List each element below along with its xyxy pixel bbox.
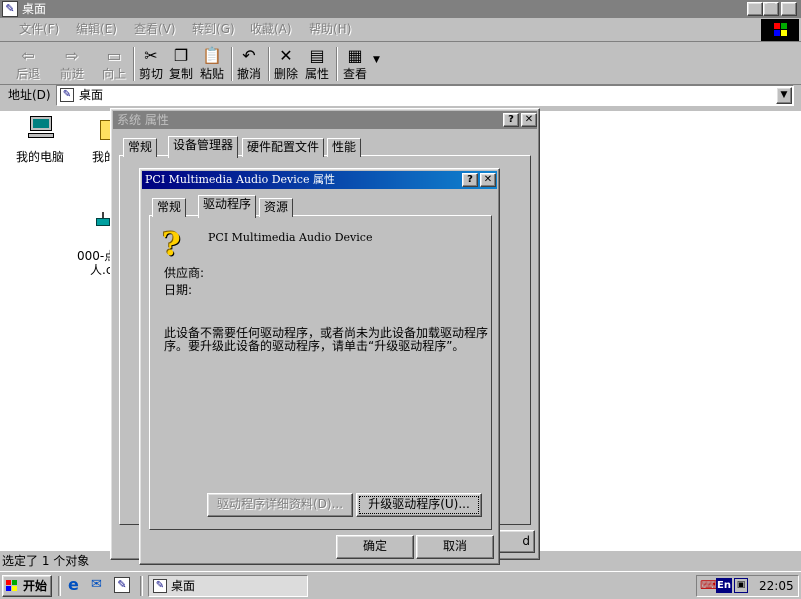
my-computer-item[interactable]: 我的电脑 [10, 114, 70, 164]
address-field[interactable]: ✎ 桌面 ▼ [56, 85, 794, 106]
device-name: PCI Multimedia Audio Device [208, 231, 373, 244]
start-label: 开始 [23, 579, 48, 593]
cancel-button[interactable]: 取消 [416, 535, 494, 559]
clock[interactable]: 22:05 [759, 578, 794, 594]
task-desktop-button[interactable]: ✎ 桌面 [148, 575, 308, 597]
my-computer-label: 我的电脑 [15, 150, 64, 164]
paste-button[interactable]: 📋 粘贴 [198, 45, 226, 85]
tray-display-icon[interactable]: ▣ [734, 578, 748, 593]
toolbar: ⇦ 后退 ⇨ 前进 ▭ 向上 ✂ 剪切 ❐ 复制 📋 粘贴 ↶ 撤消 ✕ 删除 … [0, 43, 801, 85]
device-properties-dialog: PCI Multimedia Audio Device 属性 ? ✕ 常规 驱动… [139, 168, 500, 565]
views-dropdown-icon[interactable]: ▼ [373, 55, 380, 65]
provider-label: 供应商: [164, 266, 205, 280]
windows-logo-icon [761, 19, 799, 41]
device-titlebar[interactable]: PCI Multimedia Audio Device 属性 ? ✕ [142, 171, 497, 189]
toolbar-divider [133, 47, 135, 81]
date-label: 日期: [164, 283, 193, 297]
folder-up-icon: ▭ [106, 46, 122, 65]
copy-icon: ❐ [173, 46, 189, 65]
system-tray: ⌨ En ▣ 22:05 [696, 575, 799, 597]
menu-edit[interactable]: 编辑(E) [76, 21, 117, 37]
device-tab-driver[interactable]: 驱动程序 [198, 195, 257, 218]
menu-file[interactable]: 文件(F) [19, 21, 59, 37]
device-help-button[interactable]: ? [462, 173, 478, 187]
menu-view[interactable]: 查看(V) [134, 21, 176, 37]
taskbar: 开始 e ✉ ✎ ✎ 桌面 ⌨ En ▣ 22:05 [0, 571, 801, 599]
menu-favorites[interactable]: 收藏(A) [250, 21, 292, 37]
sysprops-tab-performance[interactable]: 性能 [327, 138, 362, 157]
outlook-icon[interactable]: ✉ [91, 577, 107, 593]
forward-arrow-icon: ⇨ [65, 46, 79, 65]
tray-language-icon[interactable]: En [716, 578, 732, 593]
back-button[interactable]: ⇦ 后退 [10, 45, 46, 85]
device-close-button[interactable]: ✕ [480, 173, 496, 187]
sysprops-title: 系统 属性 [117, 113, 169, 127]
explorer-title: 桌面 [22, 2, 47, 16]
delete-button[interactable]: ✕ 删除 [272, 45, 300, 85]
toolbar-divider [268, 47, 270, 81]
back-arrow-icon: ⇦ [21, 46, 35, 65]
device-tab-resources[interactable]: 资源 [259, 198, 294, 217]
address-label: 地址(D) [8, 88, 51, 102]
menu-help[interactable]: 帮助(H) [309, 21, 351, 37]
copy-button[interactable]: ❐ 复制 [167, 45, 195, 85]
start-button[interactable]: 开始 [2, 575, 52, 597]
quicklaunch-divider [140, 576, 143, 596]
toolbar-divider [336, 47, 338, 81]
upgrade-driver-button[interactable]: 升级驱动程序(U)... [356, 493, 482, 517]
network-icon [96, 212, 110, 230]
menu-bar: 文件(F) 编辑(E) 查看(V) 转到(G) 收藏(A) 帮助(H) [0, 18, 801, 42]
paste-icon: 📋 [202, 46, 222, 65]
views-button[interactable]: ▦ 查看 [341, 45, 369, 85]
sysprops-tab-device-manager[interactable]: 设备管理器 [168, 136, 239, 158]
network-item[interactable]: 000-点 人.c [76, 212, 116, 277]
scissors-icon: ✂ [144, 46, 158, 65]
device-tab-panel [149, 215, 492, 530]
sysprops-close-button[interactable]: ✕ [521, 113, 537, 127]
properties-icon: ▤ [309, 46, 325, 65]
sysprops-tab-hardware-profiles[interactable]: 硬件配置文件 [242, 138, 325, 157]
task-desktop-label: 桌面 [171, 579, 196, 593]
delete-x-icon: ✕ [279, 46, 293, 65]
driver-details-button[interactable]: 驱动程序详细资料(D)... [207, 493, 353, 517]
properties-button[interactable]: ▤ 属性 [303, 45, 331, 85]
up-button[interactable]: ▭ 向上 [99, 45, 129, 85]
address-bar: 地址(D) ✎ 桌面 ▼ [0, 85, 801, 107]
quicklaunch-divider [58, 576, 61, 596]
close-button[interactable]: ✕ [781, 2, 797, 16]
views-grid-icon: ▦ [347, 46, 363, 65]
device-title: PCI Multimedia Audio Device 属性 [145, 173, 335, 186]
address-value: 桌面 [79, 88, 104, 102]
sysprops-titlebar[interactable]: 系统 属性 ? ✕ [113, 111, 537, 129]
my-documents-item[interactable]: 我的 [86, 114, 116, 164]
menu-go[interactable]: 转到(G) [192, 21, 235, 37]
unknown-device-icon: ? [162, 225, 181, 263]
restore-button[interactable]: ❐ [763, 2, 779, 16]
device-tab-general[interactable]: 常规 [152, 198, 187, 217]
sysprops-tab-general[interactable]: 常规 [123, 138, 158, 157]
explorer-titlebar[interactable]: ✎ 桌面 _ ❐ ✕ [0, 0, 801, 18]
desktop-icon: ✎ [60, 88, 74, 102]
sysprops-help-button[interactable]: ? [503, 113, 519, 127]
status-text: 选定了 1 个对象 [2, 554, 90, 568]
explorer-window-icon: ✎ [2, 1, 18, 17]
show-desktop-icon[interactable]: ✎ [114, 577, 130, 593]
undo-button[interactable]: ↶ 撤消 [235, 45, 263, 85]
ok-button[interactable]: 确定 [336, 535, 414, 559]
windows-flag-icon [6, 580, 18, 592]
minimize-button[interactable]: _ [747, 2, 763, 16]
computer-icon [28, 116, 54, 138]
task-desktop-icon: ✎ [153, 579, 167, 593]
forward-button[interactable]: ⇨ 前进 [54, 45, 90, 85]
cut-button[interactable]: ✂ 剪切 [137, 45, 165, 85]
driver-description-line2: 序。要升级此设备的驱动程序，请单击“升级驱动程序”。 [164, 339, 465, 353]
undo-icon: ↶ [242, 46, 256, 65]
ie-icon[interactable]: e [68, 577, 84, 593]
toolbar-divider [231, 47, 233, 81]
tray-ime-icon[interactable]: ⌨ [700, 578, 717, 592]
address-dropdown-button[interactable]: ▼ [776, 87, 792, 104]
